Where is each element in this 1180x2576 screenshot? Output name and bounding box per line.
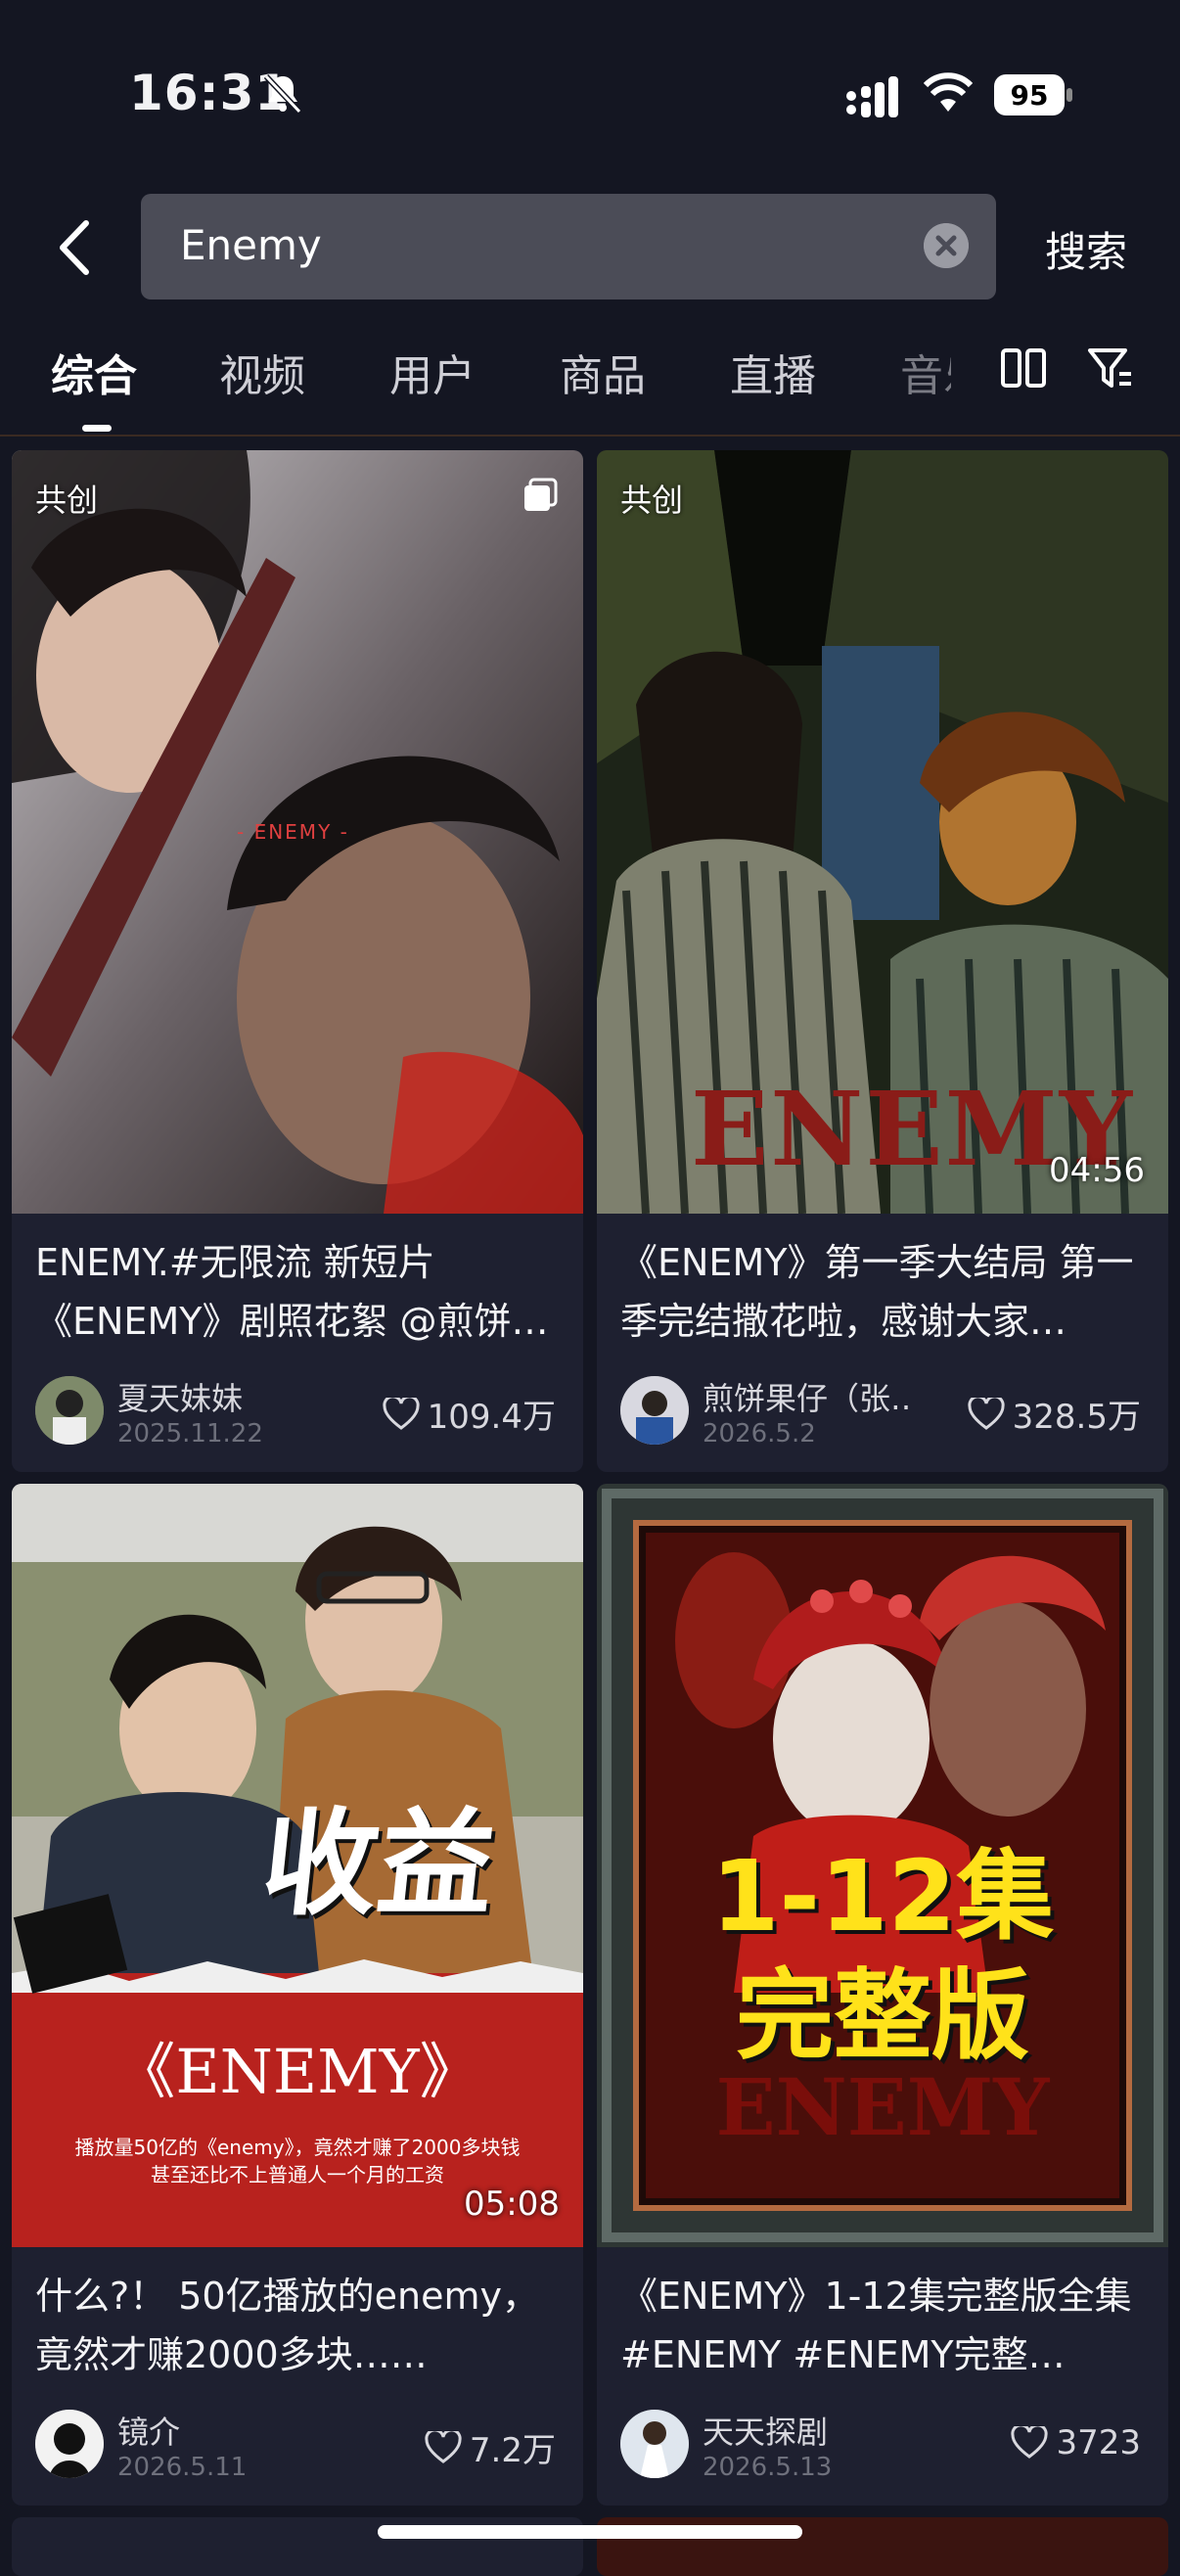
tabs-divider [0, 435, 1180, 437]
battery-tip [1067, 88, 1072, 102]
author-name[interactable]: 镜介 [117, 2408, 180, 2453]
post-date: 2026.5.13 [703, 2453, 833, 2482]
video-thumbnail[interactable]: 收益 《ENEMY》 播放量50亿的《enemy》，竟然才赚了2000多块钱 甚… [12, 1484, 583, 2247]
status-bar: 16:31 95 [0, 0, 1180, 186]
heart-icon [383, 1397, 420, 1430]
avatar-image [620, 1376, 689, 1445]
video-thumbnail[interactable]: 1-12集 完整版 ENEMY [597, 1484, 1168, 2247]
tab-comprehensive[interactable]: 综合 [51, 341, 137, 403]
search-query[interactable]: Enemy [180, 221, 322, 269]
tab-music[interactable]: 音乐 [900, 341, 951, 403]
co-creation-badge: 共创 [35, 482, 99, 519]
video-card[interactable]: 收益 《ENEMY》 播放量50亿的《enemy》，竟然才赚了2000多块钱 甚… [12, 1484, 583, 2506]
video-card[interactable]: 1-12集 完整版 ENEMY 《ENEMY》1-12集完整版全集#ENEMY … [597, 1484, 1168, 2506]
video-title[interactable]: ENEMY.#无限流 新短片《ENEMY》剧照花絮 @煎饼果… [35, 1233, 560, 1351]
bell-off-icon [263, 73, 302, 115]
tab-users[interactable]: 用户 [389, 341, 476, 403]
thumbnail-caption: - ENEMY - [237, 820, 349, 844]
like-count[interactable]: 328.5万 [968, 1390, 1141, 1438]
video-title[interactable]: 什么?！ 50亿播放的enemy，竟然才赚2000多块…… [35, 2267, 560, 2384]
thumbnail-caption: 《ENEMY》 [114, 2036, 480, 2107]
wifi-icon [924, 72, 973, 112]
like-count[interactable]: 7.2万 [425, 2423, 556, 2471]
filter-icon[interactable] [1086, 345, 1135, 393]
post-date: 2026.5.11 [117, 2453, 248, 2482]
tab-video[interactable]: 视频 [219, 341, 305, 403]
author-name[interactable]: 天天探剧 [703, 2408, 828, 2453]
thumbnail-subcaption: 甚至还比不上普通人一个月的工资 [151, 2163, 444, 2186]
video-duration: 04:56 [1049, 1151, 1145, 1190]
video-title[interactable]: 《ENEMY》1-12集完整版全集#ENEMY #ENEMY完整… [620, 2267, 1145, 2384]
gallery-icon [524, 478, 558, 511]
thumbnail-headline: 收益 [255, 1796, 502, 1931]
heart-icon [425, 2430, 462, 2463]
cellular-signal-icon [846, 76, 898, 117]
like-count[interactable]: 3723 [1011, 2423, 1141, 2462]
video-card[interactable]: ENEMY 共创 04:56 《ENEMY》第一季大结局 第一季完结撒花啦，感谢… [597, 450, 1168, 1472]
author-avatar[interactable] [35, 2410, 104, 2478]
like-count-value: 3723 [1056, 2423, 1141, 2462]
category-tabs: 综合 视频 用户 商品 直播 音乐 [0, 341, 1180, 435]
search-row: Enemy 搜索 [0, 194, 1180, 301]
battery-level: 95 [994, 74, 1065, 115]
thumbnail-headline: 完整版 [736, 1958, 1029, 2073]
active-tab-indicator [82, 425, 112, 432]
like-count-value: 328.5万 [1012, 1398, 1141, 1437]
author-name[interactable]: 夏天妹妹 [117, 1374, 243, 1419]
double-column-icon[interactable] [1000, 345, 1047, 391]
chevron-left-icon[interactable] [51, 213, 100, 282]
tab-products[interactable]: 商品 [560, 341, 646, 403]
video-thumbnail[interactable]: - ENEMY - 共创 [12, 450, 583, 1214]
like-count-value: 109.4万 [427, 1398, 556, 1437]
video-duration: 05:08 [464, 2185, 560, 2224]
avatar-image [620, 2410, 689, 2478]
author-name[interactable]: 煎饼果仔（张… [703, 1374, 908, 1419]
co-creation-badge: 共创 [620, 482, 684, 519]
tab-live[interactable]: 直播 [730, 341, 816, 403]
thumbnail-subcaption: 播放量50亿的《enemy》，竟然才赚了2000多块钱 [74, 2136, 521, 2159]
author-avatar[interactable] [620, 1376, 689, 1445]
video-thumbnail[interactable]: ENEMY 共创 04:56 [597, 450, 1168, 1214]
author-avatar[interactable] [620, 2410, 689, 2478]
heart-icon [1011, 2426, 1049, 2459]
author-avatar[interactable] [35, 1376, 104, 1445]
clear-icon[interactable] [924, 223, 969, 268]
like-count-value: 7.2万 [469, 2431, 556, 2470]
thumbnail-caption: ENEMY [715, 2061, 1050, 2153]
video-title[interactable]: 《ENEMY》第一季大结局 第一季完结撒花啦，感谢大家… [620, 1233, 1145, 1351]
avatar-image [35, 1376, 104, 1445]
battery-indicator: 95 [994, 74, 1074, 115]
like-count[interactable]: 109.4万 [383, 1390, 556, 1438]
avatar-image [35, 2410, 104, 2478]
search-button[interactable]: 搜索 [1045, 219, 1127, 279]
video-card[interactable]: - ENEMY - 共创 ENEMY.#无限流 新短片《ENEMY》剧照花絮 @… [12, 450, 583, 1472]
heart-icon [968, 1397, 1005, 1430]
home-indicator[interactable] [378, 2525, 802, 2539]
post-date: 2025.11.22 [117, 1419, 263, 1449]
search-input[interactable]: Enemy [141, 194, 996, 299]
post-date: 2026.5.2 [703, 1419, 816, 1449]
